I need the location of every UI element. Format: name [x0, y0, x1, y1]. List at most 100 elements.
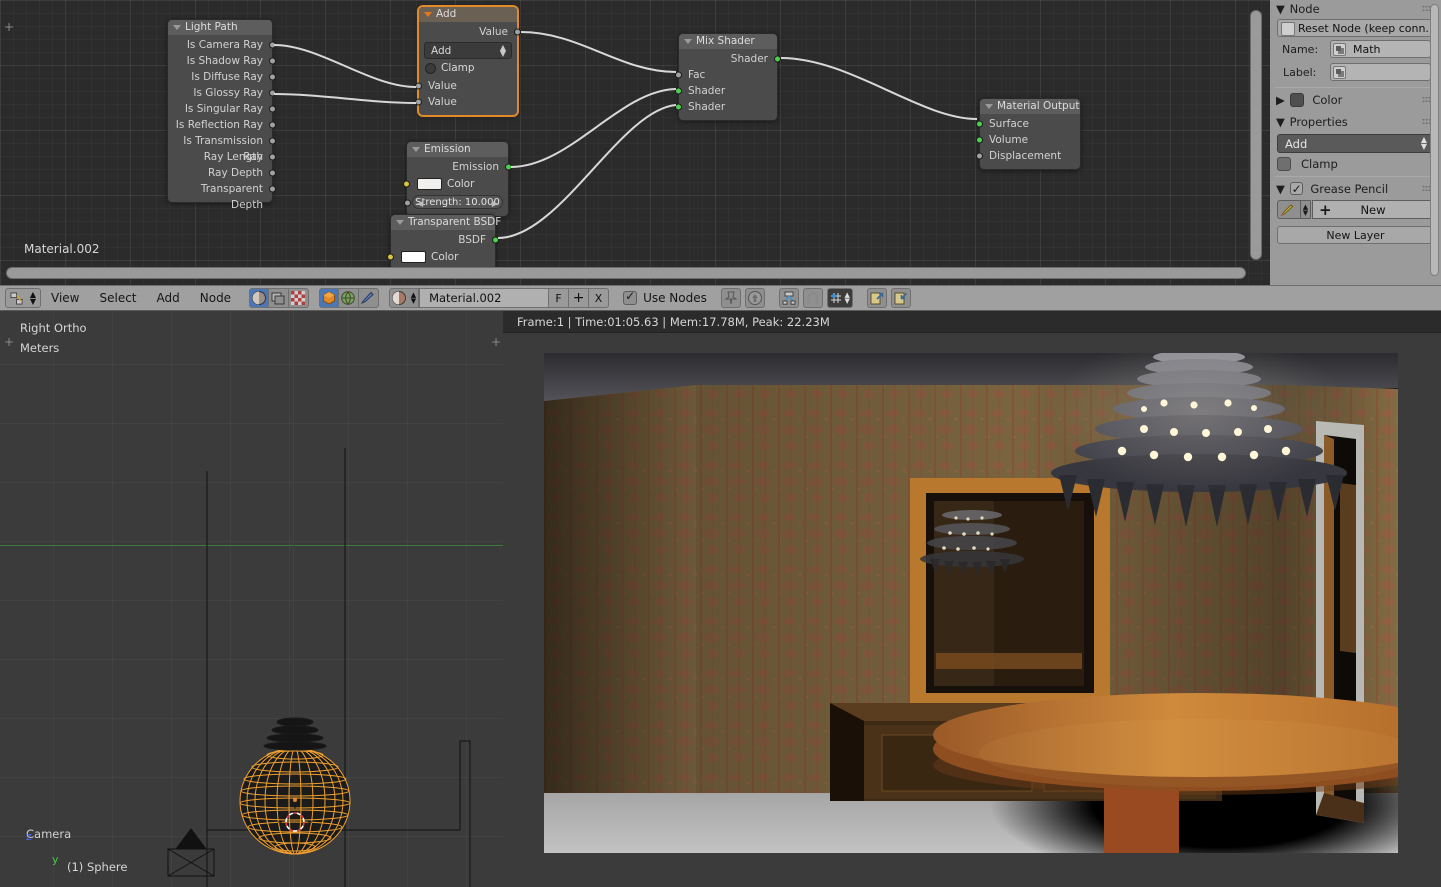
npanel-scrollbar[interactable]: [1430, 4, 1439, 276]
expand-triangle-icon[interactable]: ▼: [1276, 180, 1286, 198]
input-socket[interactable]: [415, 98, 422, 106]
node-name-field[interactable]: Math: [1330, 40, 1431, 58]
math-operation-dropdown[interactable]: Add ▲ ▼: [424, 42, 512, 59]
color-toggle-swatch[interactable]: [1289, 93, 1304, 107]
panel-section-node[interactable]: ▼ Node: [1270, 0, 1441, 18]
panel-section-color[interactable]: ▶ Color: [1270, 91, 1441, 109]
collapse-triangle-icon[interactable]: [173, 25, 181, 30]
output-socket[interactable]: [269, 169, 276, 177]
expand-triangle-icon[interactable]: ▼: [1276, 0, 1286, 18]
panel-section-grease-pencil[interactable]: ▼ Grease Pencil: [1270, 180, 1441, 198]
image-editor[interactable]: Frame:1 | Time:01:05.63 | Mem:17.78M, Pe…: [503, 311, 1441, 887]
output-socket[interactable]: [269, 41, 276, 49]
rendered-image[interactable]: [544, 353, 1398, 853]
node-label-field[interactable]: [1330, 63, 1431, 81]
input-socket[interactable]: [675, 71, 682, 79]
node-editor-toolbar-expand[interactable]: +: [4, 20, 14, 34]
output-socket[interactable]: [492, 236, 499, 244]
input-socket[interactable]: [976, 120, 983, 128]
input-socket[interactable]: [387, 253, 394, 261]
grease-pencil-enable-checkbox[interactable]: [1289, 180, 1303, 198]
input-socket[interactable]: [976, 152, 983, 160]
grease-pencil-brush-icon[interactable]: [1277, 200, 1301, 219]
node-editor-vscrollbar[interactable]: [1250, 10, 1262, 260]
object-icon[interactable]: [319, 288, 340, 308]
node-editor-hscrollbar[interactable]: [6, 267, 1246, 279]
node-math-add[interactable]: Add Value Add ▲ ▼ Clamp Value Value: [415, 6, 521, 116]
linestyle-icon[interactable]: [359, 288, 380, 308]
collapse-triangle-icon[interactable]: [424, 12, 432, 17]
3d-viewport[interactable]: Right Ortho Meters + + Camera z y (1) Sp…: [0, 311, 503, 887]
material-name-field[interactable]: Material.002: [419, 288, 550, 308]
paste-from-buffer-icon[interactable]: [890, 288, 911, 308]
emission-strength-field[interactable]: ◀ Strength: 10.000 ▶: [404, 195, 503, 210]
input-socket[interactable]: [976, 136, 983, 144]
menu-node[interactable]: Node: [190, 285, 241, 311]
object-shader-icon[interactable]: [249, 288, 270, 308]
node-header[interactable]: Transparent BSDF: [391, 215, 501, 230]
decrement-arrow-icon[interactable]: ◀: [417, 197, 423, 210]
material-id-block[interactable]: ▲ ▼ Material.002 F + X: [389, 288, 610, 308]
use-nodes-checkbox[interactable]: [623, 289, 638, 305]
output-socket[interactable]: [514, 28, 521, 36]
collapse-triangle-icon[interactable]: ▶: [1276, 91, 1286, 109]
new-material-button[interactable]: +: [569, 288, 590, 308]
new-layer-button[interactable]: New Layer: [1277, 226, 1434, 244]
node-header[interactable]: Light Path: [168, 20, 272, 35]
pin-parent-group[interactable]: [720, 288, 765, 308]
output-socket[interactable]: [269, 89, 276, 97]
output-socket[interactable]: [269, 121, 276, 129]
color-swatch[interactable]: [401, 251, 426, 263]
node-header[interactable]: Emission: [407, 142, 508, 157]
input-socket[interactable]: [415, 82, 422, 90]
output-socket[interactable]: [269, 137, 276, 145]
node-material-output[interactable]: Material Output Surface Volume Displacem…: [976, 98, 1081, 170]
color-swatch[interactable]: [417, 178, 442, 190]
output-socket[interactable]: [269, 185, 276, 193]
clamp-checkbox[interactable]: Clamp: [424, 61, 512, 76]
shader-type-toggle-group[interactable]: [249, 288, 310, 308]
reset-node-button[interactable]: Reset Node (keep conn...: [1277, 19, 1434, 37]
copy-paste-group[interactable]: [866, 288, 911, 308]
snap-node-element-icon[interactable]: ▲ ▼: [826, 288, 853, 308]
emission-color-row[interactable]: Color: [403, 175, 508, 193]
output-socket[interactable]: [269, 73, 276, 81]
menu-view[interactable]: View: [41, 285, 89, 311]
node-transparent-bsdf[interactable]: Transparent BSDF BSDF Color: [387, 214, 501, 272]
world-icon[interactable]: [339, 288, 360, 308]
menu-select[interactable]: Select: [89, 285, 146, 311]
collapse-triangle-icon[interactable]: [396, 220, 404, 225]
increment-arrow-icon[interactable]: ▶: [492, 197, 498, 210]
node-editor-header[interactable]: ▲ ▼ View Select Add Node ▲ ▼ Material.00…: [0, 285, 1441, 311]
output-socket[interactable]: [505, 163, 512, 171]
transparent-color-row[interactable]: Color: [387, 248, 495, 266]
go-to-parent-icon[interactable]: [744, 288, 765, 308]
output-socket[interactable]: [269, 57, 276, 65]
pin-icon[interactable]: [720, 288, 741, 308]
input-socket[interactable]: [675, 103, 682, 111]
node-editor[interactable]: + Light Path Is Camera Ray Is Shadow Ray…: [0, 0, 1270, 285]
input-socket[interactable]: [675, 87, 682, 95]
node-header[interactable]: Add: [419, 7, 517, 22]
collapse-triangle-icon[interactable]: [684, 39, 692, 44]
collapse-triangle-icon[interactable]: [412, 147, 420, 152]
fake-user-button[interactable]: F: [549, 288, 570, 308]
expand-triangle-icon[interactable]: ▼: [1276, 113, 1286, 131]
node-header[interactable]: Material Output: [980, 99, 1080, 114]
clamp-toggle[interactable]: Clamp: [1277, 156, 1434, 173]
auto-offset-icon[interactable]: [778, 288, 799, 308]
input-socket[interactable]: [403, 180, 410, 188]
chevron-updown-icon[interactable]: ▲ ▼: [1301, 200, 1311, 219]
snap-magnet-icon[interactable]: [802, 288, 823, 308]
collapse-triangle-icon[interactable]: [985, 104, 993, 109]
material-browse-icon[interactable]: ▲ ▼: [389, 288, 420, 308]
menu-add[interactable]: Add: [147, 285, 190, 311]
output-socket[interactable]: [269, 153, 276, 161]
node-light-path[interactable]: Light Path Is Camera Ray Is Shadow Ray I…: [167, 19, 276, 211]
node-mix-shader[interactable]: Mix Shader Shader Fac Shader Shader: [675, 33, 781, 121]
node-emission[interactable]: Emission Emission Color ◀ Strength: 10.0…: [403, 141, 512, 217]
input-socket[interactable]: [404, 199, 411, 207]
output-socket[interactable]: [774, 55, 781, 63]
node-header[interactable]: Mix Shader: [679, 34, 777, 49]
math-operation-select[interactable]: Add ▲ ▼: [1277, 134, 1434, 153]
